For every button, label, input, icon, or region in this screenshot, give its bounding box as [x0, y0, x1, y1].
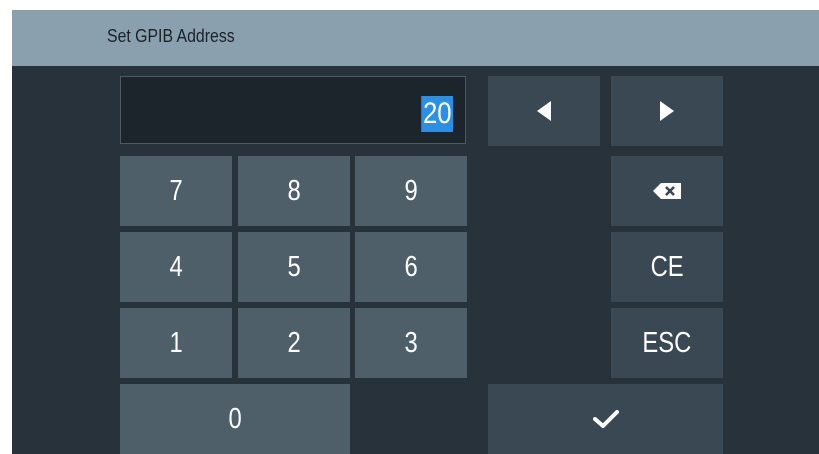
clear-entry-label: CE — [650, 250, 684, 283]
key-1[interactable]: 1 — [120, 308, 232, 378]
cursor-left-button[interactable] — [488, 76, 600, 146]
key-3-label: 3 — [404, 326, 418, 359]
key-0-label: 0 — [228, 402, 242, 435]
checkmark-icon — [592, 409, 619, 429]
backspace-button[interactable] — [611, 156, 723, 226]
key-3[interactable]: 3 — [355, 308, 467, 378]
arrow-left-icon — [537, 101, 551, 121]
key-5[interactable]: 5 — [238, 232, 350, 302]
key-6[interactable]: 6 — [355, 232, 467, 302]
arrow-right-icon — [660, 101, 674, 121]
key-7[interactable]: 7 — [120, 156, 232, 226]
gpib-address-dialog: Set GPIB Address 20 7 8 9 4 5 6 CE 1 2 3… — [12, 10, 819, 454]
key-6-label: 6 — [404, 250, 418, 283]
key-4[interactable]: 4 — [120, 232, 232, 302]
selected-value: 20 — [420, 96, 453, 132]
key-0[interactable]: 0 — [120, 384, 350, 454]
title-bar: Set GPIB Address — [12, 10, 819, 66]
confirm-button[interactable] — [488, 384, 723, 454]
escape-button[interactable]: ESC — [611, 308, 723, 378]
key-8-label: 8 — [287, 174, 301, 207]
key-5-label: 5 — [287, 250, 301, 283]
key-9[interactable]: 9 — [355, 156, 467, 226]
escape-label: ESC — [642, 326, 692, 359]
cursor-right-button[interactable] — [611, 76, 723, 146]
clear-entry-button[interactable]: CE — [611, 232, 723, 302]
dialog-title: Set GPIB Address — [107, 26, 235, 46]
key-8[interactable]: 8 — [238, 156, 350, 226]
key-7-label: 7 — [169, 174, 183, 207]
key-9-label: 9 — [404, 174, 418, 207]
key-2[interactable]: 2 — [238, 308, 350, 378]
value-display[interactable]: 20 — [120, 76, 466, 144]
key-1-label: 1 — [169, 326, 183, 359]
key-4-label: 4 — [169, 250, 183, 283]
backspace-icon — [653, 183, 681, 199]
key-2-label: 2 — [287, 326, 301, 359]
